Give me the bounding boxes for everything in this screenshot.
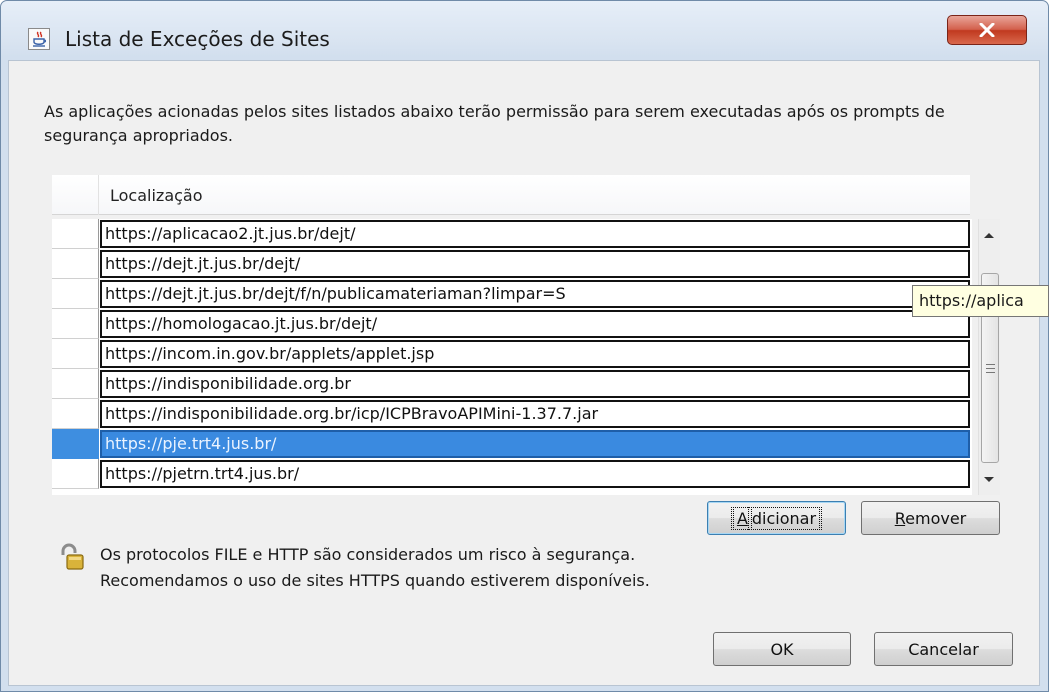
row-checkbox-cell[interactable] xyxy=(52,279,99,309)
close-button[interactable] xyxy=(947,15,1027,45)
column-header-location[interactable]: Localização xyxy=(110,186,203,205)
title-bar[interactable]: Lista de Exceções de Sites xyxy=(1,1,1048,61)
row-checkbox-cell[interactable] xyxy=(52,369,99,399)
table-row[interactable]: https://incom.in.gov.br/applets/applet.j… xyxy=(52,339,972,369)
security-note-line-1: Os protocolos FILE e HTTP são considerad… xyxy=(100,545,636,564)
site-url-cell[interactable]: https://incom.in.gov.br/applets/applet.j… xyxy=(100,340,970,368)
exception-site-table: Localização https://aplicacao2.jt.jus.br… xyxy=(52,175,1002,495)
table-body: https://aplicacao2.jt.jus.br/dejt/ https… xyxy=(52,219,972,495)
site-url-cell[interactable]: https://indisponibilidade.org.br/icp/ICP… xyxy=(100,400,970,428)
scroll-up-arrow-icon[interactable] xyxy=(984,233,994,238)
table-row-selected[interactable]: https://pje.trt4.jus.br/ xyxy=(52,429,972,459)
table-row[interactable]: https://aplicacao2.jt.jus.br/dejt/ xyxy=(52,219,972,249)
table-row[interactable]: https://pjetrn.trt4.jus.br/ xyxy=(52,459,972,489)
add-button-label: Adicionar xyxy=(730,506,823,530)
row-checkbox-cell[interactable] xyxy=(52,309,99,339)
security-note: Os protocolos FILE e HTTP são considerad… xyxy=(100,542,650,594)
site-url-cell[interactable]: https://dejt.jt.jus.br/dejt/ xyxy=(100,250,970,278)
table-row[interactable]: https://homologacao.jt.jus.br/dejt/ xyxy=(52,309,972,339)
security-note-line-2: Recomendamos o uso de sites HTTPS quando… xyxy=(100,571,650,590)
cancel-button[interactable]: Cancelar xyxy=(874,632,1013,666)
ok-button-label: OK xyxy=(770,639,794,659)
row-checkbox-cell[interactable] xyxy=(52,429,99,459)
checkbox-column-header[interactable] xyxy=(52,175,99,215)
ok-button[interactable]: OK xyxy=(713,632,851,666)
java-coffee-icon xyxy=(28,28,50,50)
url-tooltip: https://aplica xyxy=(912,285,1049,317)
table-row[interactable]: https://dejt.jt.jus.br/dejt/ xyxy=(52,249,972,279)
site-url-cell[interactable]: https://pjetrn.trt4.jus.br/ xyxy=(100,460,970,488)
table-header: Localização xyxy=(52,175,970,215)
row-checkbox-cell[interactable] xyxy=(52,219,99,249)
remove-button[interactable]: Remover xyxy=(861,501,1000,535)
row-checkbox-cell[interactable] xyxy=(52,459,99,489)
grip-icon xyxy=(986,364,995,376)
row-checkbox-cell[interactable] xyxy=(52,249,99,279)
close-icon xyxy=(979,23,995,37)
scroll-down-arrow-icon[interactable] xyxy=(984,477,994,482)
cancel-button-label: Cancelar xyxy=(908,639,979,659)
add-button[interactable]: Adicionar xyxy=(707,501,846,535)
window-title: Lista de Exceções de Sites xyxy=(65,27,330,51)
row-checkbox-cell[interactable] xyxy=(52,399,99,429)
padlock-icon xyxy=(58,543,88,573)
site-url-cell[interactable]: https://indisponibilidade.org.br xyxy=(100,370,970,398)
site-url-cell[interactable]: https://pje.trt4.jus.br/ xyxy=(100,430,970,458)
site-url-cell[interactable]: https://dejt.jt.jus.br/dejt/f/n/publicam… xyxy=(100,280,970,308)
vertical-scrollbar[interactable] xyxy=(978,219,1000,495)
site-url-cell[interactable]: https://homologacao.jt.jus.br/dejt/ xyxy=(100,310,970,338)
table-row[interactable]: https://indisponibilidade.org.br/icp/ICP… xyxy=(52,399,972,429)
dialog-description: As aplicações acionadas pelos sites list… xyxy=(44,102,945,145)
site-url-cell[interactable]: https://aplicacao2.jt.jus.br/dejt/ xyxy=(100,220,970,248)
remove-button-label: Remover xyxy=(894,508,967,528)
table-row[interactable]: https://dejt.jt.jus.br/dejt/f/n/publicam… xyxy=(52,279,972,309)
table-row[interactable]: https://indisponibilidade.org.br xyxy=(52,369,972,399)
row-checkbox-cell[interactable] xyxy=(52,339,99,369)
